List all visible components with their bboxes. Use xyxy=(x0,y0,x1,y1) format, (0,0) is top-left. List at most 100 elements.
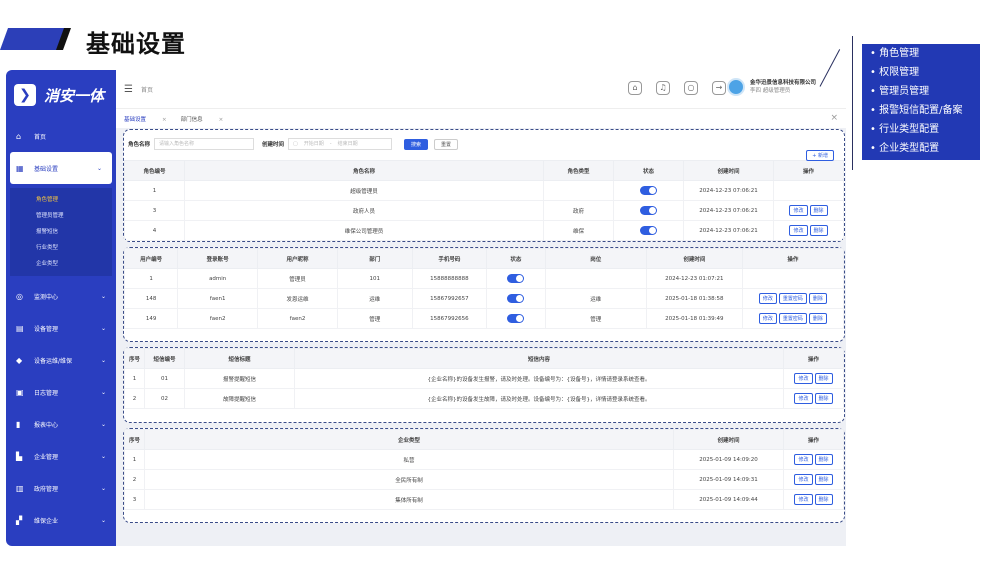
sidebar-item-4[interactable]: ◆ 设备运维/维保 ⌄ xyxy=(6,344,116,376)
close-all-icon[interactable]: × xyxy=(830,113,838,123)
user-info[interactable]: 金华迅景信息科技有限公司 李四 超级管理员 xyxy=(726,78,816,96)
column-header: 企业类型 xyxy=(144,429,674,450)
chevron-down-icon[interactable]: ⌄ xyxy=(101,485,106,492)
add-role-button[interactable]: + 新增 xyxy=(806,150,834,161)
ops-cell: 修改 删除 xyxy=(783,469,844,490)
close-icon[interactable]: × xyxy=(162,117,167,123)
delete-button[interactable]: 删除 xyxy=(814,393,833,404)
edit-button[interactable]: 修改 xyxy=(794,474,813,485)
sidebar-item-0[interactable]: ⌂ 首页 xyxy=(6,120,116,152)
sidebar-item-3[interactable]: ▤ 设备管理 ⌄ xyxy=(6,312,116,344)
delete-button[interactable]: 删除 xyxy=(808,293,827,304)
sidebar-item-label: 基础设置 xyxy=(34,165,59,173)
column-header: 短信标题 xyxy=(184,348,295,369)
date-range-picker[interactable]: ▢ 开始日期 - 结束日期 xyxy=(288,138,393,150)
delete-button[interactable]: 删除 xyxy=(808,313,827,324)
submenu-item-4[interactable]: 企业类型 xyxy=(10,256,112,272)
edit-button[interactable]: 修改 xyxy=(758,293,777,304)
close-icon[interactable]: × xyxy=(219,117,224,123)
tab-bar: 基础设置 × 部门信息 × × xyxy=(116,108,846,128)
submenu-item-1[interactable]: 管理员管理 xyxy=(10,208,112,224)
table-cell: 2025-01-09 14:09:20 xyxy=(673,449,784,470)
chevron-down-icon[interactable]: ⌄ xyxy=(97,165,102,172)
delete-button[interactable]: 删除 xyxy=(814,474,833,485)
status-toggle[interactable] xyxy=(507,314,525,323)
topbar: ☰ 首页 ⌂ ♫ ○ → 金华迅景信息科技有限公司 李四 超级管理员 xyxy=(116,70,846,108)
sidebar-item-8[interactable]: ▥ 政府管理 ⌄ xyxy=(6,472,116,504)
feature-callout: • 角色管理 • 权限管理 • 管理员管理 • 报警短信配置/备案 • 行业类型配置 • … xyxy=(862,44,980,160)
search-button[interactable]: 搜索 xyxy=(404,138,429,150)
tab-department[interactable]: 部门信息 × xyxy=(181,115,224,123)
column-header: 登录账号 xyxy=(177,248,259,269)
ops-cell: 修改 删除 xyxy=(783,449,844,470)
delete-button[interactable]: 删除 xyxy=(814,494,833,505)
table-cell: 政府人员 xyxy=(184,200,544,221)
status-cell xyxy=(613,220,684,241)
home-icon: ⌂ xyxy=(16,131,22,141)
edit-button[interactable]: 修改 xyxy=(758,313,777,324)
status-toggle[interactable] xyxy=(640,186,657,195)
table-cell: 2024-12-23 01:07:21 xyxy=(645,268,743,289)
sidebar-item-2[interactable]: ◎ 监测中心 ⌄ xyxy=(6,280,116,312)
ops-cell: 修改 删除 xyxy=(783,388,844,409)
sidebar-item-label: 首页 xyxy=(34,133,47,141)
status-toggle[interactable] xyxy=(507,294,525,303)
sidebar-item-9[interactable]: ▞ 维保企业 ⌄ xyxy=(6,504,116,536)
sidebar-item-5[interactable]: ▣ 日志管理 ⌄ xyxy=(6,376,116,408)
company-name: 金华迅景信息科技有限公司 xyxy=(749,80,816,86)
edit-button[interactable]: 修改 xyxy=(794,494,813,505)
submenu-item-2[interactable]: 报警短信 xyxy=(10,224,112,240)
delete-button[interactable]: 删除 xyxy=(809,225,828,236)
sidebar-item-1[interactable]: ▦ 基础设置 ⌄ xyxy=(10,152,112,184)
breadcrumb[interactable]: 首页 xyxy=(141,85,153,94)
refresh-icon[interactable]: ○ xyxy=(684,81,698,95)
tab-label: 基础设置 xyxy=(124,116,147,123)
notification-icon[interactable]: ♫ xyxy=(656,81,670,95)
page-title: 基础设置 xyxy=(86,30,186,58)
submenu-item-3[interactable]: 行业类型 xyxy=(10,240,112,256)
sidebar-item-6[interactable]: ▮ 报表中心 ⌄ xyxy=(6,408,116,440)
chevron-down-icon[interactable]: ⌄ xyxy=(101,389,106,396)
column-header: 操作 xyxy=(773,160,844,181)
device-icon: ▤ xyxy=(16,323,24,333)
chevron-down-icon[interactable]: ⌄ xyxy=(101,453,106,460)
sidebar-item-7[interactable]: ▙ 企业管理 ⌄ xyxy=(6,440,116,472)
menu-toggle-icon[interactable]: ☰ xyxy=(124,84,133,95)
delete-button[interactable]: 删除 xyxy=(809,205,828,216)
edit-button[interactable]: 修改 xyxy=(789,225,808,236)
submenu-item-0[interactable]: 角色管理 xyxy=(10,192,112,208)
chevron-down-icon[interactable]: ⌄ xyxy=(101,357,106,364)
app-name: 消安一体 xyxy=(44,86,105,105)
home-icon[interactable]: ⌂ xyxy=(628,81,642,95)
chevron-down-icon[interactable]: ⌄ xyxy=(101,325,106,332)
edit-button[interactable]: 修改 xyxy=(794,454,813,465)
role-name-input[interactable]: 请输入角色名称 xyxy=(154,138,255,150)
status-toggle[interactable] xyxy=(507,274,525,283)
reset-password-button[interactable]: 重置密码 xyxy=(778,313,807,324)
ops-cell: 修改 删除 xyxy=(773,220,844,241)
edit-button[interactable]: 修改 xyxy=(794,373,813,384)
edit-button[interactable]: 修改 xyxy=(789,205,808,216)
column-header: 创建时间 xyxy=(673,429,784,450)
table-cell: 1 xyxy=(124,449,145,470)
app-logo[interactable]: ❯ 消安一体 xyxy=(6,70,116,120)
table-cell: 管理 xyxy=(544,308,647,329)
status-toggle[interactable] xyxy=(640,226,657,235)
delete-button[interactable]: 删除 xyxy=(814,454,833,465)
column-header: 操作 xyxy=(783,429,844,450)
reset-button[interactable]: 重置 xyxy=(434,138,459,150)
edit-button[interactable]: 修改 xyxy=(794,393,813,404)
reset-password-button[interactable]: 重置密码 xyxy=(778,293,807,304)
building-icon: ▙ xyxy=(16,451,23,461)
table-cell: 2025-01-09 14:09:31 xyxy=(673,469,784,490)
sidebar-submenu: 角色管理 管理员管理 报警短信 行业类型 企业类型 xyxy=(10,188,112,276)
chevron-down-icon[interactable]: ⌄ xyxy=(101,517,106,524)
chevron-down-icon[interactable]: ⌄ xyxy=(101,421,106,428)
chevron-down-icon[interactable]: ⌄ xyxy=(101,293,106,300)
avatar[interactable] xyxy=(726,78,745,96)
tab-basic-settings[interactable]: 基础设置 × xyxy=(124,115,167,123)
delete-button[interactable]: 删除 xyxy=(814,373,833,384)
logout-icon[interactable]: → xyxy=(712,81,726,95)
callout-item: • 管理员管理 xyxy=(870,86,930,97)
status-toggle[interactable] xyxy=(640,206,657,215)
